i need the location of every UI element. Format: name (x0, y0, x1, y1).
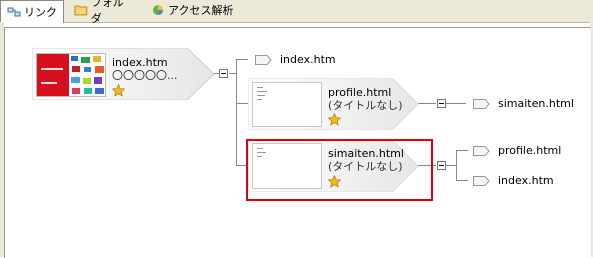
leaf-link-simaiten-label: simaiten.html (498, 97, 574, 110)
page-link-icon (255, 54, 272, 65)
collapse-index-toggle[interactable] (219, 69, 228, 78)
leaf-link-profile[interactable]: profile.html (473, 144, 561, 157)
node-index-filename: index.htm (112, 56, 168, 69)
leaf-link-index-label: index.htm (280, 53, 336, 66)
link-icon (7, 7, 21, 17)
node-profile-filename: profile.html (328, 86, 392, 99)
collapse-profile-toggle[interactable] (437, 99, 446, 108)
leaf-link-profile-label: profile.html (498, 144, 562, 157)
tab-link-label: リンク (24, 6, 57, 19)
leaf-link-index[interactable]: index.htm (255, 53, 336, 66)
selection-highlight-box (246, 139, 433, 201)
star-icon[interactable] (112, 84, 125, 97)
tab-bar: リンク フォルダ アクセス解析 (0, 0, 593, 25)
tab-access-analysis[interactable]: アクセス解析 (145, 0, 241, 20)
page-link-icon (473, 175, 490, 186)
leaf-link-simaiten[interactable]: simaiten.html (473, 97, 574, 110)
tab-access-analysis-label: アクセス解析 (168, 4, 234, 17)
page-link-icon (473, 98, 490, 109)
access-analysis-icon (153, 5, 164, 15)
tab-folder[interactable]: フォルダ (68, 0, 140, 25)
tab-folder-label: フォルダ (90, 0, 124, 25)
leaf-link-index-2-label: index.htm (498, 174, 554, 187)
page-link-icon (473, 145, 490, 156)
page-thumbnail-image (37, 54, 105, 96)
node-profile-thumbnail[interactable] (252, 82, 322, 127)
leaf-link-index-2[interactable]: index.htm (473, 174, 554, 187)
node-index-thumbnail[interactable] (36, 53, 106, 97)
tab-link[interactable]: リンク (0, 0, 64, 23)
node-profile-title: (タイトルなし) (328, 99, 403, 112)
folder-icon (74, 5, 88, 16)
page-thumbnail-image (257, 87, 267, 100)
node-index-title: 〇〇〇〇〇... (112, 69, 178, 82)
star-icon[interactable] (328, 113, 341, 126)
collapse-simaiten-toggle[interactable] (437, 161, 446, 170)
